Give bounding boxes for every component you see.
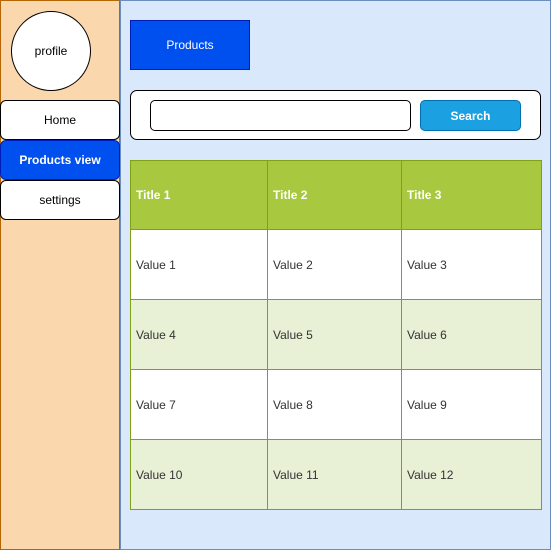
table-row[interactable]: Value 10 Value 11 Value 12 <box>130 439 542 510</box>
column-header[interactable]: Title 2 <box>267 160 402 230</box>
table-cell: Value 12 <box>401 439 542 510</box>
sidebar-item-label: settings <box>39 193 81 207</box>
table-row[interactable]: Value 7 Value 8 Value 9 <box>130 369 542 440</box>
table-cell: Value 1 <box>130 229 268 300</box>
table-cell: Value 9 <box>401 369 542 440</box>
table-cell: Value 3 <box>401 229 542 300</box>
table-cell: Value 4 <box>130 299 268 370</box>
table-cell: Value 11 <box>267 439 402 510</box>
table-row[interactable]: Value 4 Value 5 Value 6 <box>130 299 542 370</box>
products-button-label: Products <box>166 38 214 52</box>
sidebar-item-settings[interactable]: settings <box>0 180 120 220</box>
table-cell: Value 5 <box>267 299 402 370</box>
table-cell: Value 6 <box>401 299 542 370</box>
profile-avatar[interactable]: profile <box>11 11 91 91</box>
table-header-row: Title 1 Title 2 Title 3 <box>130 160 542 230</box>
profile-label: profile <box>34 44 68 58</box>
sidebar-item-label: Home <box>43 113 76 127</box>
table-cell: Value 8 <box>267 369 402 440</box>
search-button[interactable]: Search <box>420 100 521 131</box>
column-header[interactable]: Title 3 <box>401 160 542 230</box>
sidebar-item-home[interactable]: Home <box>0 100 120 140</box>
table-cell: Value 2 <box>267 229 402 300</box>
search-button-label: Search <box>450 108 491 123</box>
table-row[interactable]: Value 1 Value 2 Value 3 <box>130 229 542 300</box>
column-header[interactable]: Title 1 <box>130 160 268 230</box>
products-button[interactable]: Products <box>130 20 250 70</box>
table-cell: Value 10 <box>130 439 268 510</box>
sidebar-item-label: Products view <box>19 153 101 167</box>
search-panel: Search <box>130 90 541 140</box>
search-input[interactable] <box>150 100 411 131</box>
table-cell: Value 7 <box>130 369 268 440</box>
sidebar: profile <box>0 0 120 550</box>
products-table: Title 1 Title 2 Title 3 Value 1 Value 2 … <box>130 160 542 510</box>
sidebar-item-products-view[interactable]: Products view <box>0 140 120 180</box>
